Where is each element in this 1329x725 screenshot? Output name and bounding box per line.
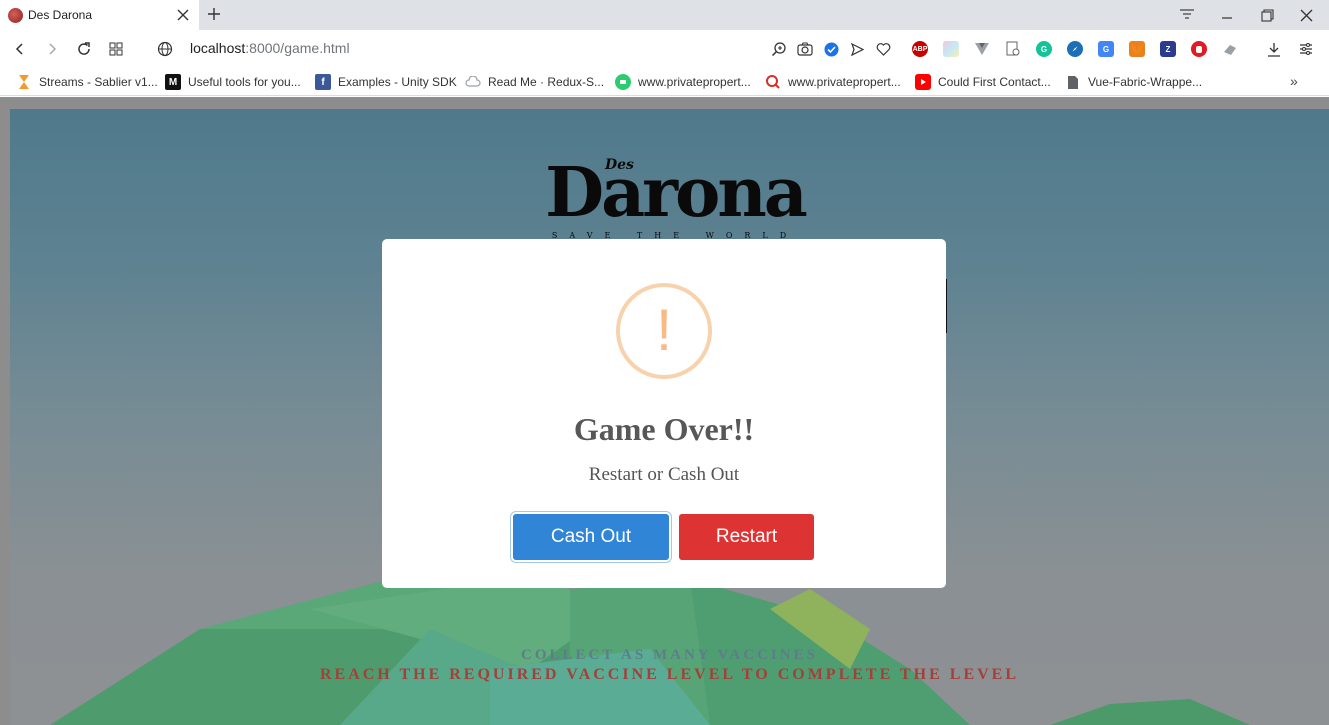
send-icon[interactable] (847, 39, 867, 59)
metamask-icon[interactable] (1129, 41, 1145, 57)
url-path: :8000/game.html (245, 40, 350, 56)
site-info-globe-icon[interactable] (155, 39, 175, 59)
tab-bar: Des Darona (0, 0, 1329, 30)
dialog-text: Restart or Cash Out (588, 464, 740, 485)
tab-search-icon[interactable] (1177, 5, 1197, 25)
bookmark-label: www.privatepropert... (638, 75, 751, 89)
browser-toolbar: localhost:8000/game.html ABP G G Z (0, 30, 1329, 68)
bookmark-item[interactable]: www.privatepropert... (615, 73, 751, 91)
back-icon[interactable] (10, 39, 30, 59)
extension-cube-icon[interactable] (943, 41, 959, 57)
address-bar[interactable]: localhost:8000/game.html (190, 40, 350, 56)
site-favicon-icon (8, 7, 23, 23)
facebook-icon: f (315, 74, 331, 90)
camera-icon[interactable] (795, 39, 815, 59)
cash-out-button[interactable]: Cash Out (513, 514, 669, 560)
settings-sliders-icon[interactable] (1296, 39, 1316, 59)
close-window-icon[interactable] (1296, 5, 1316, 25)
document-search-icon[interactable] (1005, 41, 1021, 57)
grammarly-icon[interactable]: G (1036, 41, 1052, 57)
zotero-icon[interactable]: Z (1160, 41, 1176, 57)
zoom-icon[interactable] (769, 39, 789, 59)
minimize-icon[interactable] (1217, 5, 1237, 25)
bookmark-label: Vue-Fabric-Wrappe... (1088, 75, 1203, 89)
hint-level: REACH THE REQUIRED VACCINE LEVEL TO COMP… (319, 666, 1020, 683)
bookmark-label: www.privatepropert... (788, 75, 901, 89)
new-tab-icon[interactable] (204, 4, 224, 24)
heart-icon[interactable] (873, 39, 893, 59)
adblock-icon[interactable]: ABP (912, 41, 928, 57)
chat-icon (615, 74, 631, 90)
bookmark-item[interactable]: Read Me · Redux-S... (465, 73, 604, 91)
tab-title: Des Darona (28, 8, 93, 22)
bookmark-item[interactable]: M Useful tools for you... (165, 73, 301, 91)
warning-icon: ! (616, 283, 712, 379)
bookmarks-bar: Streams - Sablier v1... M Useful tools f… (0, 68, 1329, 96)
restart-button[interactable]: Restart (679, 514, 814, 560)
url-host: localhost (190, 40, 246, 56)
bookmark-item[interactable]: www.privatepropert... (765, 73, 901, 91)
logo-title: Darona (545, 153, 808, 233)
bookmark-item[interactable]: f Examples - Unity SDK (315, 73, 457, 91)
bookmark-label: Examples - Unity SDK (338, 75, 457, 89)
dialog-title: Game Over!! (573, 411, 755, 447)
bookmark-item[interactable]: Streams - Sablier v1... (16, 73, 158, 91)
document-icon (1065, 74, 1081, 90)
bookmark-item[interactable]: Could First Contact... (915, 73, 1051, 91)
bookmark-label: Useful tools for you... (188, 75, 301, 89)
hint-collect: COLLECT AS MANY VACCINES (521, 647, 818, 663)
download-icon[interactable] (1264, 39, 1284, 59)
search-pin-icon (765, 74, 781, 90)
cloud-icon (465, 74, 481, 90)
extension-puzzle-icon[interactable] (1222, 41, 1238, 57)
reload-icon[interactable] (74, 39, 94, 59)
bookmark-item[interactable]: Vue-Fabric-Wrappe... (1065, 73, 1202, 91)
forward-icon[interactable] (42, 39, 62, 59)
vue-devtools-icon[interactable] (974, 41, 990, 57)
medium-icon: M (165, 74, 181, 90)
shield-check-icon[interactable] (821, 39, 841, 59)
translate-icon[interactable]: G (1098, 41, 1114, 57)
bookmark-label: Could First Contact... (938, 75, 1051, 89)
bookmark-label: Streams - Sablier v1... (39, 75, 158, 89)
youtube-icon (915, 74, 931, 90)
warning-glyph: ! (655, 298, 673, 363)
stop-hand-icon[interactable] (1191, 41, 1207, 57)
game-over-dialog: ! Game Over!! Restart or Cash Out Cash O… (382, 239, 946, 588)
browser-tab[interactable]: Des Darona (0, 0, 199, 30)
speed-dial-icon[interactable] (106, 39, 126, 59)
bookmark-label: Read Me · Redux-S... (488, 75, 605, 89)
restore-icon[interactable] (1257, 5, 1277, 25)
sablier-icon (16, 74, 32, 90)
compass-icon[interactable] (1067, 41, 1083, 57)
close-tab-icon[interactable] (173, 5, 193, 25)
more-bookmarks-icon[interactable]: » (1290, 73, 1298, 89)
